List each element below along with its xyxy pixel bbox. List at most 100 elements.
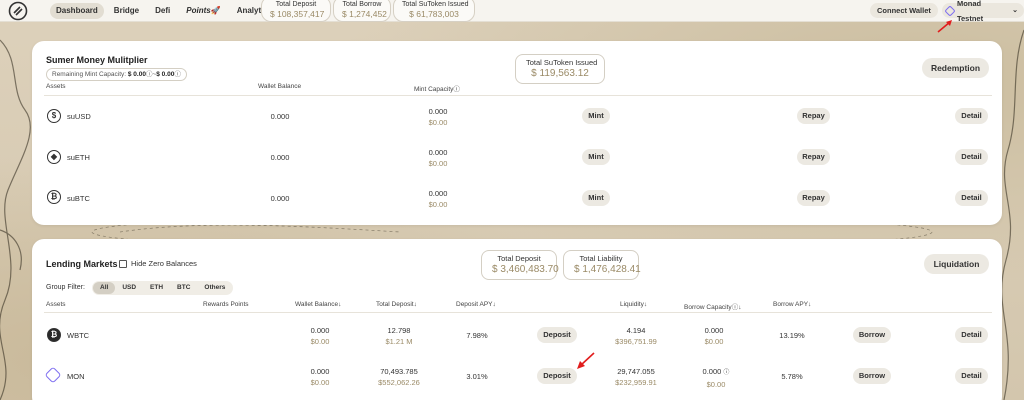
repay-button[interactable]: Repay: [797, 108, 830, 124]
detail-button[interactable]: Detail: [955, 368, 988, 384]
wallet-usd: $0.00: [310, 337, 330, 346]
rocket-icon: 🚀: [210, 6, 221, 15]
sumer-logo-icon[interactable]: [8, 1, 28, 21]
borrow-apy: 13.19%: [779, 331, 805, 340]
filter-all[interactable]: All: [93, 282, 116, 294]
deposit-button[interactable]: Deposit: [537, 327, 577, 343]
nav-defi[interactable]: Defi: [149, 3, 176, 19]
sort-arrow-icon: ↓: [338, 301, 342, 308]
filter-btc[interactable]: BTC: [170, 282, 197, 294]
wallet-amount: 0.000: [310, 326, 330, 335]
mint-capacity-amount: 0.000: [428, 189, 448, 198]
repay-button[interactable]: Repay: [797, 149, 830, 165]
wallet-balance: 0.000 $0.00: [300, 325, 340, 347]
header-total-sutoken: Total SuToken Issued $ 61,783,003: [393, 0, 475, 22]
detail-button[interactable]: Detail: [955, 149, 988, 165]
sort-arrow-icon: ↓: [492, 301, 496, 308]
col-liquidity[interactable]: Liquidity↓: [620, 301, 647, 308]
col-deposit-apy[interactable]: Deposit APY↓: [456, 301, 496, 308]
connect-wallet-button[interactable]: Connect Wallet: [870, 3, 938, 18]
filter-usd[interactable]: USD: [115, 282, 143, 294]
wbtc-icon: ₿: [47, 328, 61, 342]
lending-title: Lending Markets: [46, 259, 118, 269]
borrow-capacity-usd: $0.00: [706, 380, 726, 389]
issued-label: Total SuToken Issued: [526, 58, 598, 67]
mint-button[interactable]: Mint: [582, 190, 610, 206]
sort-arrow-icon: ↓: [643, 301, 648, 308]
wallet-balance: 0.000: [270, 153, 290, 162]
deposit-button[interactable]: Deposit: [537, 368, 577, 384]
asset-name: suUSD: [67, 112, 91, 121]
liquidity-amount: 4.194: [626, 326, 646, 335]
wallet-balance: 0.000: [270, 194, 290, 203]
borrow-apy: 5.78%: [781, 372, 803, 381]
total-deposit-label: Total Deposit: [497, 254, 541, 263]
borrow-capacity: 0.000 $0.00: [696, 325, 732, 347]
network-selector[interactable]: Monad Testnet ⌄: [942, 0, 1024, 23]
header-stat-label: Total Deposit: [275, 1, 317, 8]
liquidation-button[interactable]: Liquidation: [924, 254, 989, 274]
liquidity-usd: $396,751.99: [615, 337, 657, 346]
borrow-button[interactable]: Borrow: [853, 368, 891, 384]
hide-zero-checkbox[interactable]: [119, 260, 127, 268]
detail-button[interactable]: Detail: [955, 190, 988, 206]
detail-button[interactable]: Detail: [955, 108, 988, 124]
col-total-deposit[interactable]: Total Deposit↓: [376, 301, 417, 308]
mint-capacity-usd: $0.00: [428, 159, 448, 168]
col-assets: Assets: [46, 83, 66, 90]
repay-button[interactable]: Repay: [797, 190, 830, 206]
monad-diamond-icon: [944, 4, 956, 17]
col-assets: Assets: [46, 301, 66, 308]
nav-dashboard[interactable]: Dashboard: [50, 3, 104, 19]
total-liability-pill: Total Liability $ 1,476,428.41: [563, 250, 641, 280]
chevron-down-icon: ⌄: [1012, 7, 1018, 14]
mint-button[interactable]: Mint: [582, 149, 610, 165]
deposit-amount: 12.798: [387, 326, 411, 335]
sueth-icon: ◆: [47, 150, 61, 164]
borrow-capacity-amount: 0.000: [704, 326, 724, 335]
nav-points[interactable]: Points🚀: [180, 3, 226, 19]
info-icon[interactable]: ⓘ: [453, 86, 460, 93]
info-icon[interactable]: ⓘ: [174, 71, 181, 78]
nav-points-label: Points: [186, 6, 211, 15]
borrow-button[interactable]: Borrow: [853, 327, 891, 343]
col-borrow-apy[interactable]: Borrow APY↓: [773, 301, 811, 308]
col-borrow-capacity[interactable]: Borrow Capacityⓘ↓: [684, 301, 741, 311]
col-borrow-apy-label: Borrow APY: [773, 301, 809, 308]
mint-button[interactable]: Mint: [582, 108, 610, 124]
borrow-capacity-value: 0.000: [702, 367, 722, 376]
red-arrow-annotation: [577, 352, 595, 369]
filter-eth[interactable]: ETH: [143, 282, 170, 294]
sort-arrow-icon: ↓: [738, 304, 742, 311]
mint-capacity: 0.000 $0.00: [418, 188, 458, 210]
header-stat-value: $ 61,783,003: [409, 9, 459, 19]
redemption-button[interactable]: Redemption: [922, 58, 989, 78]
liquidity: 4.194 $396,751.99: [615, 325, 657, 347]
deposit-apy: 7.98%: [466, 331, 488, 340]
col-wallet-balance-label: Wallet Balance: [295, 301, 339, 308]
total-deposit: 70,493.785 $552,062.26: [373, 366, 425, 388]
total-liability-value: $ 1,476,428.41: [574, 264, 641, 275]
asset-name: MON: [67, 372, 85, 381]
col-liquidity-label: Liquidity: [620, 301, 644, 308]
sort-arrow-icon: ↓: [413, 301, 417, 308]
main-nav: Dashboard Bridge Defi Points🚀 Analytics: [50, 3, 278, 19]
group-filter: All USD ETH BTC Others: [92, 281, 234, 295]
wallet-balance: 0.000 $0.00: [300, 366, 340, 388]
filter-others[interactable]: Others: [197, 282, 232, 294]
borrow-capacity-usd: $0.00: [704, 337, 724, 346]
network-label: Monad Testnet: [956, 0, 984, 23]
wallet-usd: $0.00: [310, 378, 330, 387]
info-icon[interactable]: ⓘ: [723, 370, 729, 376]
header-total-deposit: Total Deposit $ 108,357,417: [261, 0, 331, 22]
nav-bridge[interactable]: Bridge: [108, 3, 145, 19]
hide-zero-label: Hide Zero Balances: [131, 259, 197, 268]
info-icon[interactable]: ⓘ: [146, 71, 153, 78]
col-wallet-balance[interactable]: Wallet Balance↓: [295, 301, 341, 308]
wallet-balance: 0.000: [270, 112, 290, 121]
header-divider: [44, 95, 992, 96]
detail-button[interactable]: Detail: [955, 327, 988, 343]
asset-name: WBTC: [67, 331, 90, 340]
total-deposit-pill: Total Deposit $ 3,460,483.70: [481, 250, 559, 280]
header-total-borrow: Total Borrow $ 1,274,452: [333, 0, 391, 22]
